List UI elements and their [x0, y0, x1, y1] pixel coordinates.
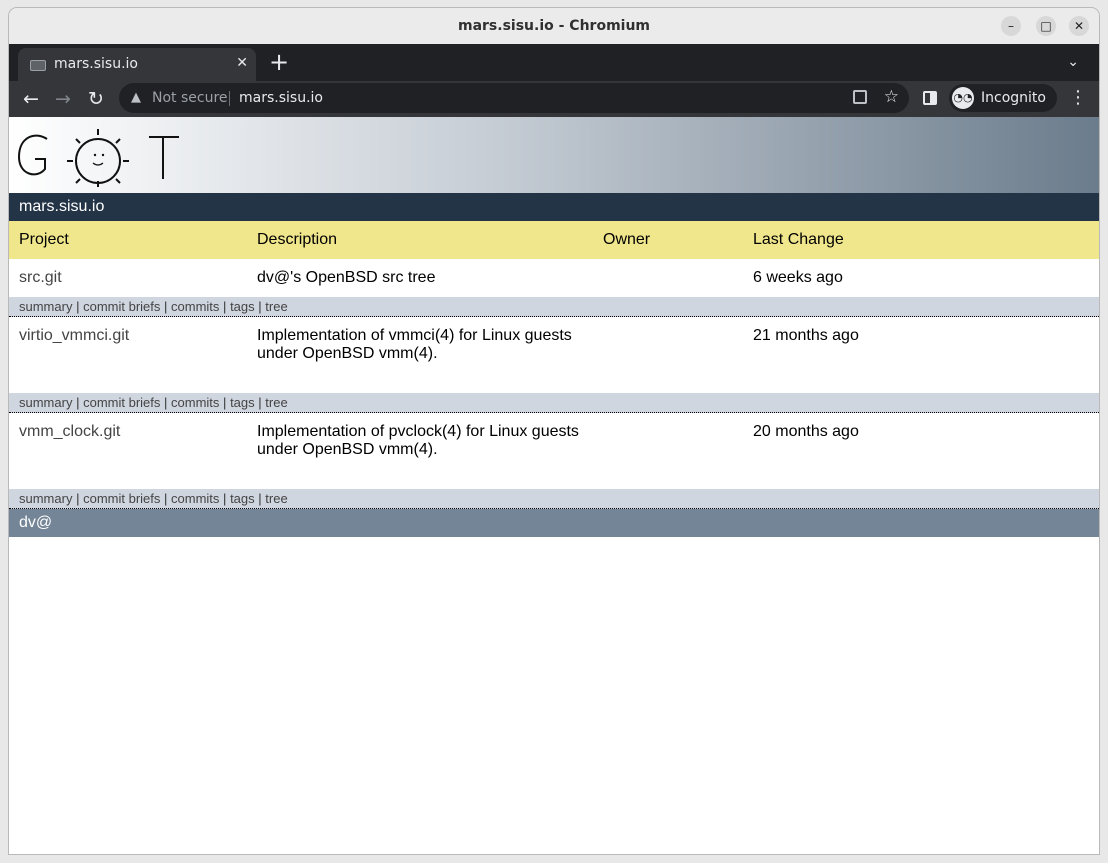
tab-active[interactable]: mars.sisu.io ✕ [18, 48, 256, 81]
link-separator: | [258, 299, 262, 314]
menu-dots-icon[interactable]: ⋮ [1069, 87, 1087, 108]
header-project: Project [19, 231, 69, 248]
link-separator: | [76, 395, 80, 410]
browser-toolbar: ← → ↻ ▲ Not secure mars.sisu.io ☆ ◔◔ Inc… [9, 81, 1099, 117]
tags-link[interactable]: tags [230, 491, 255, 506]
commits-link[interactable]: commits [171, 395, 219, 410]
repo-links: summary | commit briefs | commits | tags… [9, 393, 1099, 413]
repo-last-change: 21 months ago [753, 327, 859, 344]
address-bar[interactable]: ▲ Not secure mars.sisu.io ☆ [119, 83, 909, 113]
incognito-label: Incognito [981, 90, 1046, 106]
table-row: src.git dv@'s OpenBSD src tree 6 weeks a… [9, 259, 1099, 297]
repo-owner [593, 413, 743, 489]
forward-arrow-icon[interactable]: → [51, 87, 75, 111]
tree-link[interactable]: tree [265, 491, 287, 506]
commit-briefs-link[interactable]: commit briefs [83, 491, 160, 506]
warning-icon[interactable]: ▲ [131, 90, 141, 105]
link-separator: | [258, 395, 262, 410]
table-row: vmm_clock.git Implementation of pvclock(… [9, 413, 1099, 489]
url-text[interactable]: mars.sisu.io [239, 90, 323, 106]
repo-links: summary | commit briefs | commits | tags… [9, 297, 1099, 317]
incognito-icon: ◔◔ [952, 87, 974, 109]
new-tab-button[interactable]: + [269, 48, 289, 76]
header-description: Description [257, 231, 338, 248]
link-separator: | [223, 491, 227, 506]
summary-link[interactable]: summary [19, 395, 72, 410]
link-separator: | [164, 299, 168, 314]
summary-link[interactable]: summary [19, 491, 72, 506]
link-separator: | [164, 491, 168, 506]
repo-link[interactable]: src.git [9, 259, 247, 297]
link-separator: | [76, 299, 80, 314]
back-arrow-icon[interactable]: ← [19, 87, 43, 111]
tree-link[interactable]: tree [265, 299, 287, 314]
link-separator: | [258, 491, 262, 506]
got-logo[interactable] [13, 123, 183, 187]
tab-title: mars.sisu.io [54, 56, 138, 72]
tags-link[interactable]: tags [230, 395, 255, 410]
tab-search-chevron-icon[interactable]: ⌄ [1067, 54, 1079, 70]
page-content: mars.sisu.io Project Description Owner L… [9, 117, 1099, 854]
reload-icon[interactable]: ↻ [84, 87, 108, 111]
link-separator: | [76, 491, 80, 506]
qr-code-icon[interactable] [853, 90, 867, 104]
commit-briefs-link[interactable]: commit briefs [83, 395, 160, 410]
commits-link[interactable]: commits [171, 299, 219, 314]
star-icon[interactable]: ☆ [884, 87, 899, 107]
window-title: mars.sisu.io - Chromium [457, 18, 651, 34]
tree-link[interactable]: tree [265, 395, 287, 410]
repo-description: dv@'s OpenBSD src tree [257, 269, 436, 286]
commits-link[interactable]: commits [171, 491, 219, 506]
repo-description: Implementation of vmmci(4) for Linux gue… [257, 327, 572, 362]
repo-link[interactable]: virtio_vmmci.git [9, 317, 247, 393]
tags-link[interactable]: tags [230, 299, 255, 314]
incognito-profile-button[interactable]: ◔◔ Incognito [949, 84, 1057, 112]
security-label[interactable]: Not secure [152, 90, 228, 106]
link-separator: | [223, 299, 227, 314]
header-last-change: Last Change [753, 231, 844, 248]
repo-owner [593, 317, 743, 393]
repo-last-change: 20 months ago [753, 423, 859, 440]
title-bar: mars.sisu.io - Chromium – □ ✕ [9, 8, 1099, 44]
browser-window: mars.sisu.io - Chromium – □ ✕ mars.sisu.… [9, 8, 1099, 854]
site-nav[interactable]: mars.sisu.io [9, 193, 1099, 221]
link-separator: | [164, 395, 168, 410]
repo-description: Implementation of pvclock(4) for Linux g… [257, 423, 579, 458]
index-header: Project Description Owner Last Change [9, 221, 1099, 259]
close-window-button[interactable]: ✕ [1069, 16, 1089, 36]
repo-last-change: 6 weeks ago [753, 269, 843, 286]
favicon-icon [30, 60, 46, 71]
link-separator: | [223, 395, 227, 410]
table-row: virtio_vmmci.git Implementation of vmmci… [9, 317, 1099, 393]
side-panel-icon[interactable] [923, 91, 937, 105]
tab-strip: mars.sisu.io ✕ + ⌄ [9, 44, 1099, 81]
repo-owner [593, 259, 743, 297]
site-footer: dv@ [9, 509, 1099, 537]
summary-link[interactable]: summary [19, 299, 72, 314]
commit-briefs-link[interactable]: commit briefs [83, 299, 160, 314]
header-owner: Owner [603, 231, 651, 248]
omnibox-divider [229, 91, 230, 106]
repo-links: summary | commit briefs | commits | tags… [9, 489, 1099, 509]
tab-close-icon[interactable]: ✕ [236, 55, 248, 71]
repo-link[interactable]: vmm_clock.git [9, 413, 247, 489]
maximize-button[interactable]: □ [1036, 16, 1056, 36]
site-header [9, 117, 1099, 193]
minimize-button[interactable]: – [1001, 16, 1021, 36]
